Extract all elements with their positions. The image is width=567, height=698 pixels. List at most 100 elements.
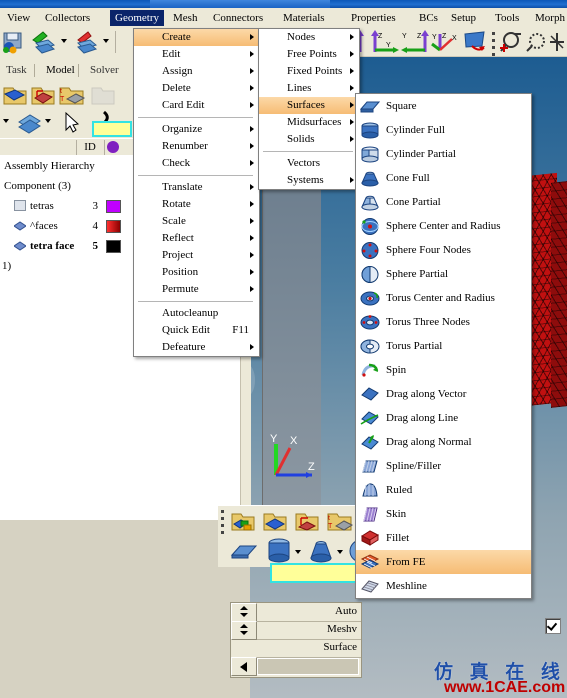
menu-item-solids[interactable]: Solids bbox=[259, 131, 359, 148]
menu-item-organize[interactable]: Organize bbox=[134, 121, 259, 138]
menu-item-fillet[interactable]: Fillet bbox=[356, 526, 531, 550]
menu-item-square[interactable]: Square bbox=[356, 94, 531, 118]
menu-item-renumber[interactable]: Renumber bbox=[134, 138, 259, 155]
menu-item-sphere-four-nodes[interactable]: Sphere Four Nodes bbox=[356, 238, 531, 262]
view-yz-icon[interactable]: YZ bbox=[400, 30, 430, 54]
menu-item-drag-along-line[interactable]: Drag along Line bbox=[356, 406, 531, 430]
cursor-pointer-icon[interactable] bbox=[60, 110, 84, 136]
menu-item-project[interactable]: Project bbox=[134, 247, 259, 264]
menu-item-free-points[interactable]: Free Points bbox=[259, 46, 359, 63]
menu-item-rotate[interactable]: Rotate bbox=[134, 196, 259, 213]
assembly-folder-icon[interactable] bbox=[262, 508, 288, 534]
tree-color-swatch[interactable] bbox=[106, 220, 121, 233]
create-submenu[interactable]: Nodes Free Points Fixed Points Lines Sur… bbox=[258, 28, 360, 190]
main-menu-bar[interactable]: View Collectors Geometry Mesh Connectors… bbox=[0, 8, 567, 29]
tab-model[interactable]: Model bbox=[40, 62, 81, 79]
thickness-collector-icon[interactable]: tT bbox=[58, 82, 86, 108]
menu-item-create[interactable]: Create bbox=[134, 29, 259, 46]
menu-item-cone-full[interactable]: Cone Full bbox=[356, 166, 531, 190]
zoom-in-icon[interactable] bbox=[498, 30, 524, 54]
tab-solver[interactable]: Solver bbox=[84, 62, 125, 79]
cylinder-toolbar-icon[interactable] bbox=[266, 537, 292, 565]
export-dropdown-arrow[interactable] bbox=[103, 39, 109, 43]
menu-item-spline-filler[interactable]: Spline/Filler bbox=[356, 454, 531, 478]
geometry-create-toolbar[interactable]: tT bbox=[218, 505, 358, 536]
menu-item-torus-center-and-radius[interactable]: Torus Center and Radius bbox=[356, 286, 531, 310]
zoom-window-icon[interactable] bbox=[524, 30, 550, 54]
menu-connectors[interactable]: Connectors bbox=[208, 10, 268, 26]
import-dropdown-arrow[interactable] bbox=[61, 39, 67, 43]
active-collector-swatch[interactable] bbox=[92, 121, 132, 137]
menu-item-position[interactable]: Position bbox=[134, 264, 259, 281]
cone-toolbar-icon[interactable] bbox=[308, 537, 334, 565]
menu-item-from-fe[interactable]: From FE bbox=[356, 550, 531, 574]
menu-collectors[interactable]: Collectors bbox=[40, 10, 95, 26]
collector-dropdown-arrow-1[interactable] bbox=[3, 119, 9, 123]
save-icon[interactable] bbox=[2, 30, 26, 54]
menu-item-torus-three-nodes[interactable]: Torus Three Nodes bbox=[356, 310, 531, 334]
menu-materials[interactable]: Materials bbox=[278, 10, 330, 26]
menu-item-card-edit[interactable]: Card Edit bbox=[134, 97, 259, 114]
menu-item-translate[interactable]: Translate bbox=[134, 179, 259, 196]
view-iso-icon[interactable]: YZX bbox=[430, 30, 460, 54]
assembly-collector-icon[interactable] bbox=[30, 82, 56, 108]
menu-item-meshline[interactable]: Meshline bbox=[356, 574, 531, 598]
component-folder-icon[interactable] bbox=[230, 508, 256, 534]
menu-mesh[interactable]: Mesh bbox=[168, 10, 202, 26]
square-surface-toolbar-icon[interactable] bbox=[230, 539, 258, 563]
menu-morph[interactable]: Morph bbox=[530, 10, 567, 26]
column-name[interactable] bbox=[0, 140, 77, 155]
fit-view-icon[interactable] bbox=[548, 30, 566, 54]
menu-item-check[interactable]: Check bbox=[134, 155, 259, 172]
menu-item-torus-partial[interactable]: Torus Partial bbox=[356, 334, 531, 358]
view-zy-icon[interactable]: ZY bbox=[370, 30, 400, 54]
menu-item-spin[interactable]: Spin bbox=[356, 358, 531, 382]
menu-item-nodes[interactable]: Nodes bbox=[259, 29, 359, 46]
menu-item-delete[interactable]: Delete bbox=[134, 80, 259, 97]
geometry-dropdown-menu[interactable]: Create Edit Assign Delete Card Edit Orga… bbox=[133, 28, 260, 357]
menu-item-cone-partial[interactable]: Cone Partial bbox=[356, 190, 531, 214]
menu-item-surfaces[interactable]: Surfaces bbox=[259, 97, 359, 114]
export-icon[interactable] bbox=[72, 30, 102, 54]
menu-item-systems[interactable]: Systems bbox=[259, 172, 359, 189]
menu-item-scale[interactable]: Scale bbox=[134, 213, 259, 230]
mesh-stepper-button[interactable] bbox=[231, 621, 257, 640]
menu-item-vectors[interactable]: Vectors bbox=[259, 155, 359, 172]
menu-item-edit[interactable]: Edit bbox=[134, 46, 259, 63]
column-id[interactable]: ID bbox=[76, 140, 105, 155]
toolbar-grip[interactable] bbox=[492, 32, 495, 60]
import-icon[interactable] bbox=[30, 30, 60, 54]
thickness-folder-icon[interactable]: tT bbox=[326, 508, 354, 534]
menu-setup[interactable]: Setup bbox=[446, 10, 481, 26]
menu-tools[interactable]: Tools bbox=[490, 10, 524, 26]
menu-item-cylinder-partial[interactable]: Cylinder Partial bbox=[356, 142, 531, 166]
menu-item-autocleanup[interactable]: Autocleanup bbox=[134, 305, 259, 322]
menu-item-ruled[interactable]: Ruled bbox=[356, 478, 531, 502]
cylinder-dropdown-arrow[interactable] bbox=[295, 550, 301, 554]
panel-slider-track[interactable] bbox=[257, 658, 359, 675]
toolbar-grip[interactable] bbox=[221, 510, 224, 538]
tab-task[interactable]: Task bbox=[0, 62, 33, 79]
menu-item-cylinder-full[interactable]: Cylinder Full bbox=[356, 118, 531, 142]
auto-stepper-button[interactable] bbox=[231, 603, 257, 622]
tree-color-swatch[interactable] bbox=[106, 200, 121, 213]
panel-row-surface[interactable]: Surface bbox=[231, 639, 361, 658]
menu-item-drag-along-normal[interactable]: Drag along Normal bbox=[356, 430, 531, 454]
rotate-view-icon[interactable] bbox=[462, 30, 488, 54]
menu-item-defeature[interactable]: Defeature bbox=[134, 339, 259, 356]
cone-dropdown-arrow[interactable] bbox=[337, 550, 343, 554]
mesh-panel-grid[interactable]: Auto Meshv Surface bbox=[230, 602, 362, 678]
menu-item-drag-along-vector[interactable]: Drag along Vector bbox=[356, 382, 531, 406]
menu-item-reflect[interactable]: Reflect bbox=[134, 230, 259, 247]
menu-item-sphere-center-and-radius[interactable]: Sphere Center and Radius bbox=[356, 214, 531, 238]
menu-item-quick-edit[interactable]: Quick Edit F11 bbox=[134, 322, 259, 339]
layers-icon[interactable] bbox=[16, 110, 44, 136]
menu-item-sphere-partial[interactable]: Sphere Partial bbox=[356, 262, 531, 286]
menu-properties[interactable]: Properties bbox=[346, 10, 401, 26]
surfaces-submenu[interactable]: Square Cylinder Full Cylinder Partial Co… bbox=[355, 93, 532, 599]
loadstep-folder-icon[interactable] bbox=[294, 508, 320, 534]
menu-item-fixed-points[interactable]: Fixed Points bbox=[259, 63, 359, 80]
menu-geometry[interactable]: Geometry bbox=[110, 10, 164, 26]
menu-view[interactable]: View bbox=[2, 10, 35, 26]
collector-dropdown-arrow-2[interactable] bbox=[45, 119, 51, 123]
